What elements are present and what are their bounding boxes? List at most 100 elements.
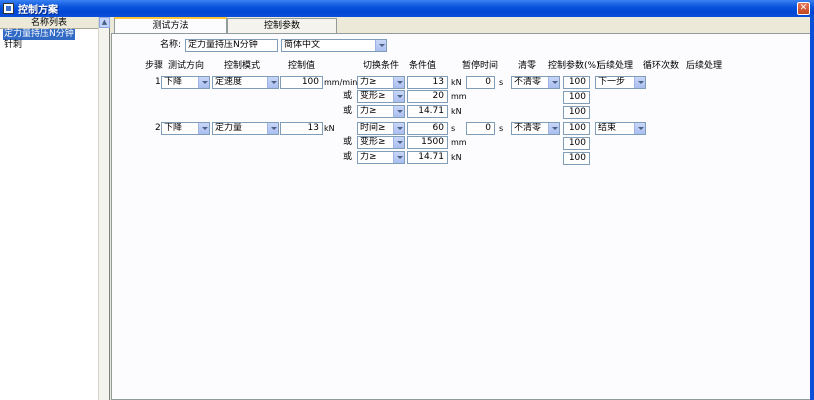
window-title: 控制方案 bbox=[18, 5, 58, 16]
chevron-down-icon bbox=[634, 123, 645, 134]
col-zero: 清零 bbox=[518, 61, 537, 71]
step-number: 2 bbox=[155, 123, 161, 133]
switch-condition-value: 时间≥ bbox=[360, 123, 386, 133]
chevron-down-icon bbox=[548, 77, 559, 88]
switch-condition-value: 力≥ bbox=[360, 152, 377, 162]
condition-unit: kN bbox=[451, 78, 462, 87]
tab-test-method[interactable]: 测试方法 bbox=[114, 17, 227, 33]
condition-value-input[interactable]: 1500 bbox=[407, 136, 448, 149]
language-value: 简体中文 bbox=[284, 40, 321, 50]
zero-select[interactable]: 不清零 bbox=[511, 122, 560, 135]
switch-condition-value: 力≥ bbox=[360, 106, 377, 116]
or-label: 或 bbox=[343, 152, 353, 162]
switch-condition-select[interactable]: 力≥ bbox=[357, 76, 405, 89]
scheme-name-input[interactable]: 定力量持压N分钟 bbox=[185, 39, 278, 52]
switch-condition-value: 力≥ bbox=[360, 77, 377, 87]
chevron-down-icon bbox=[634, 77, 645, 88]
control-value-input[interactable]: 13 bbox=[280, 122, 323, 135]
switch-condition-select[interactable]: 时间≥ bbox=[357, 122, 405, 135]
condition-value-input[interactable]: 13 bbox=[407, 76, 448, 89]
follow-action-value: 下一步 bbox=[598, 77, 626, 87]
control-value-unit: mm/min bbox=[324, 78, 358, 87]
close-icon: ✕ bbox=[799, 3, 808, 13]
chevron-down-icon bbox=[393, 123, 404, 134]
window-border-right bbox=[810, 17, 814, 400]
language-select[interactable]: 简体中文 bbox=[281, 39, 387, 52]
direction-select[interactable]: 下降 bbox=[161, 76, 210, 89]
direction-select[interactable]: 下降 bbox=[161, 122, 210, 135]
condition-value-input[interactable]: 14.71 bbox=[407, 151, 448, 164]
col-pause-time: 暂停时间 bbox=[462, 61, 499, 71]
follow-action-select[interactable]: 下一步 bbox=[595, 76, 646, 89]
follow-action-value: 结束 bbox=[598, 123, 617, 133]
col-follow-action-2: 后续处理 bbox=[686, 61, 723, 71]
control-param-input[interactable]: 100 bbox=[563, 76, 590, 89]
follow-action-select[interactable]: 结束 bbox=[595, 122, 646, 135]
chevron-down-icon bbox=[267, 123, 278, 134]
control-mode-select[interactable]: 定速度 bbox=[212, 76, 279, 89]
switch-condition-select[interactable]: 力≥ bbox=[357, 151, 405, 164]
switch-condition-value: 变形≥ bbox=[360, 91, 386, 101]
condition-unit: kN bbox=[451, 153, 462, 162]
scroll-up-button[interactable]: ▲ bbox=[99, 17, 110, 28]
col-direction: 测试方向 bbox=[168, 61, 205, 71]
switch-condition-select[interactable]: 力≥ bbox=[357, 105, 405, 118]
switch-condition-select[interactable]: 变形≥ bbox=[357, 90, 405, 103]
title-bar: 控制方案 ✕ bbox=[0, 0, 814, 17]
control-param-input[interactable]: 100 bbox=[563, 137, 590, 150]
chevron-up-icon: ▲ bbox=[101, 18, 108, 26]
control-param-input[interactable]: 100 bbox=[563, 152, 590, 165]
condition-unit: kN bbox=[451, 107, 462, 116]
list-item[interactable]: 定力量持压N分钟 bbox=[3, 29, 75, 40]
chevron-down-icon bbox=[198, 123, 209, 134]
test-method-panel: 名称: 定力量持压N分钟 简体中文 步骤 测试方向 控制模式 控制值 切换条件 … bbox=[111, 33, 811, 400]
condition-value-input[interactable]: 60 bbox=[407, 122, 448, 135]
or-label: 或 bbox=[343, 137, 353, 147]
zero-value: 不清零 bbox=[514, 77, 542, 87]
tab-strip: 测试方法 控制参数 bbox=[111, 17, 814, 33]
control-value-input[interactable]: 100 bbox=[280, 76, 323, 89]
app-icon bbox=[3, 3, 14, 14]
zero-select[interactable]: 不清零 bbox=[511, 76, 560, 89]
control-param-input[interactable]: 100 bbox=[563, 91, 590, 104]
chevron-down-icon bbox=[393, 77, 404, 88]
or-label: 或 bbox=[343, 106, 353, 116]
chevron-down-icon bbox=[393, 106, 404, 117]
name-label: 名称: bbox=[160, 40, 182, 50]
col-follow-action: 后续处理 bbox=[597, 61, 634, 71]
switch-condition-value: 变形≥ bbox=[360, 137, 386, 147]
condition-unit: s bbox=[451, 124, 456, 133]
direction-value: 下降 bbox=[164, 123, 183, 133]
chevron-down-icon bbox=[548, 123, 559, 134]
or-label: 或 bbox=[343, 91, 353, 101]
list-item[interactable]: 针刺 bbox=[3, 40, 23, 51]
chevron-down-icon bbox=[393, 152, 404, 163]
zero-value: 不清零 bbox=[514, 123, 542, 133]
control-mode-value: 定速度 bbox=[215, 77, 243, 87]
list-scrollbar[interactable]: ▲ bbox=[98, 17, 110, 400]
condition-value-input[interactable]: 14.71 bbox=[407, 105, 448, 118]
control-param-input[interactable]: 100 bbox=[563, 122, 590, 135]
pause-time-input[interactable]: 0 bbox=[466, 122, 495, 135]
col-control-value: 控制值 bbox=[288, 61, 316, 71]
condition-unit: mm bbox=[451, 138, 467, 147]
control-mode-select[interactable]: 定力量 bbox=[212, 122, 279, 135]
col-loop-count: 循环次数 bbox=[643, 61, 680, 71]
close-button[interactable]: ✕ bbox=[797, 2, 810, 15]
condition-value-input[interactable]: 20 bbox=[407, 90, 448, 103]
name-list-header: 名称列表 bbox=[0, 17, 98, 29]
name-list-panel: 名称列表 定力量持压N分钟 针刺 ▲ bbox=[0, 17, 110, 400]
chevron-down-icon bbox=[267, 77, 278, 88]
chevron-down-icon bbox=[393, 137, 404, 148]
chevron-down-icon bbox=[393, 91, 404, 102]
chevron-down-icon bbox=[198, 77, 209, 88]
tab-control-params[interactable]: 控制参数 bbox=[227, 18, 337, 33]
col-control-mode: 控制模式 bbox=[224, 61, 261, 71]
direction-value: 下降 bbox=[164, 77, 183, 87]
switch-condition-select[interactable]: 变形≥ bbox=[357, 136, 405, 149]
col-switch-condition: 切换条件 bbox=[363, 61, 400, 71]
col-condition-value: 条件值 bbox=[409, 61, 437, 71]
control-param-input[interactable]: 100 bbox=[563, 106, 590, 119]
col-control-params: 控制参数(%) bbox=[548, 61, 600, 71]
pause-time-input[interactable]: 0 bbox=[466, 76, 495, 89]
